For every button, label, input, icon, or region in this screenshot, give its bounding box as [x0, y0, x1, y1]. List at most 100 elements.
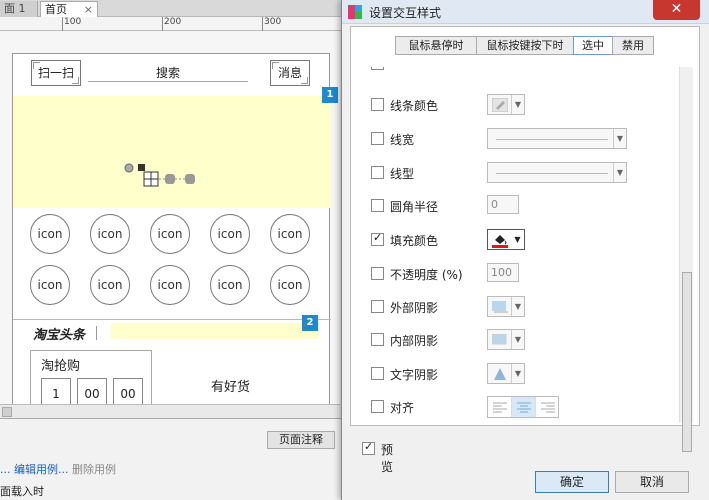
- dialog-titlebar[interactable]: 设置交互样式 ✕: [342, 0, 709, 24]
- opacity-input[interactable]: 100: [487, 263, 519, 282]
- flash-sale-title: 淘抢购: [41, 359, 81, 374]
- banner-dynamic-panel[interactable]: [13, 96, 331, 208]
- line-color-checkbox[interactable]: [371, 98, 384, 111]
- flash-sale-box[interactable]: 淘抢购 1 00 00: [30, 350, 152, 404]
- alignment-group: [487, 396, 559, 418]
- line-style-label: 线型: [390, 167, 415, 181]
- line-width-label: 线宽: [390, 133, 415, 147]
- row-line-width: 线宽 ▼: [361, 128, 671, 150]
- row-outer-shadow: 外部阴影 ▼: [361, 296, 671, 318]
- icon-placeholder-3[interactable]: icon: [150, 214, 190, 254]
- outer-shadow-checkbox[interactable]: [371, 300, 384, 313]
- row-alignment: 对齐: [361, 396, 671, 418]
- close-button[interactable]: ✕: [653, 0, 700, 20]
- ruler-tick: [62, 17, 63, 31]
- search-box[interactable]: 搜索: [88, 64, 248, 82]
- row-line-style: 线型 ▼: [361, 162, 671, 184]
- row-text-shadow: 文字阴影 ▼: [361, 363, 671, 385]
- dialog-content: 鼠标悬停时 鼠标按键按下时 选中 禁用 线条颜色 ▼ 线宽 ▼ 线型 ▼ 圆角半…: [350, 26, 700, 452]
- tab-page-1[interactable]: 面 1: [0, 1, 38, 17]
- text-shadow-checkbox[interactable]: [371, 367, 384, 380]
- horizontal-scrollbar[interactable]: [0, 404, 340, 418]
- text-shadow-picker[interactable]: ▼: [487, 363, 525, 384]
- ruler-label-200: 200: [164, 17, 182, 27]
- page-tabbar: 面 1 首页 ×: [0, 0, 345, 17]
- row-corner-radius: 圆角半径 0: [361, 195, 671, 217]
- line-style-checkbox[interactable]: [371, 166, 384, 179]
- clipped-row-checkbox[interactable]: [371, 67, 384, 70]
- interaction-style-dialog: 设置交互样式 ✕ 鼠标悬停时 鼠标按键按下时 选中 禁用 线条颜色 ▼ 线宽 ▼…: [341, 0, 709, 500]
- corner-radius-label: 圆角半径: [390, 200, 439, 214]
- icon-placeholder-5[interactable]: icon: [270, 214, 310, 254]
- headline-dynamic-panel[interactable]: [111, 323, 319, 339]
- panel-badge-1: 1: [322, 87, 338, 103]
- preview-checkbox[interactable]: [362, 440, 375, 455]
- icon-placeholder-9[interactable]: icon: [210, 265, 250, 305]
- countdown-hours: 1: [41, 378, 71, 404]
- inner-shadow-picker[interactable]: ▼: [487, 329, 525, 350]
- message-button[interactable]: 消息: [270, 60, 310, 86]
- inner-shadow-checkbox[interactable]: [371, 333, 384, 346]
- tab-selected[interactable]: 选中: [573, 36, 613, 55]
- row-inner-shadow: 内部阴影 ▼: [361, 329, 671, 351]
- outer-shadow-icon: [492, 301, 508, 313]
- scrollbar-thumb[interactable]: [2, 407, 12, 417]
- scan-button[interactable]: 扫一扫: [31, 60, 81, 86]
- on-page-load-event[interactable]: 面载入时: [0, 483, 44, 499]
- fill-color-picker[interactable]: ▼: [487, 229, 525, 250]
- tab-disabled[interactable]: 禁用: [612, 36, 654, 55]
- cancel-button[interactable]: 取消: [615, 471, 689, 493]
- preview-label: 预览: [381, 443, 394, 474]
- tab-mouse-down[interactable]: 鼠标按键按下时: [476, 36, 574, 55]
- ruler-tick: [262, 17, 263, 31]
- outer-shadow-label: 外部阴影: [390, 301, 439, 315]
- page-notes-tab[interactable]: 页面注释: [267, 431, 335, 449]
- align-right-icon[interactable]: [536, 397, 560, 417]
- icon-placeholder-6[interactable]: icon: [30, 265, 70, 305]
- close-icon[interactable]: ×: [84, 2, 93, 17]
- corner-radius-input[interactable]: 0: [487, 195, 519, 214]
- text-shadow-icon: [494, 368, 506, 380]
- tab-mouse-over[interactable]: 鼠标悬停时: [395, 36, 477, 55]
- chevron-down-icon: ▼: [613, 163, 626, 182]
- good-goods-label: 有好货: [211, 380, 251, 395]
- icon-placeholder-8[interactable]: icon: [150, 265, 190, 305]
- opacity-label: 不透明度 (%): [390, 268, 463, 282]
- corner-radius-checkbox[interactable]: [371, 199, 384, 212]
- chevron-down-icon: ▼: [511, 330, 524, 349]
- line-width-checkbox[interactable]: [371, 132, 384, 145]
- icon-placeholder-1[interactable]: icon: [30, 214, 70, 254]
- icon-placeholder-4[interactable]: icon: [210, 214, 250, 254]
- scrollbar-thumb[interactable]: [682, 272, 692, 452]
- line-style-select[interactable]: ▼: [487, 162, 627, 183]
- tab-home[interactable]: 首页 ×: [40, 1, 98, 17]
- mobile-page-mockup[interactable]: 扫一扫 搜索 消息 icon icon icon icon icon icon …: [12, 53, 331, 404]
- vertical-scrollbar[interactable]: [679, 67, 693, 452]
- headline-title: 淘宝头条: [33, 328, 86, 343]
- line-width-select[interactable]: ▼: [487, 128, 627, 149]
- align-center-icon[interactable]: [512, 397, 536, 417]
- icon-placeholder-10[interactable]: icon: [270, 265, 310, 305]
- section-divider: [13, 319, 331, 320]
- align-left-icon[interactable]: [488, 397, 512, 417]
- panel-badge-2: 2: [302, 315, 318, 331]
- ruler-label-300: 300: [264, 17, 282, 27]
- edit-case-link[interactable]: ... 编辑用例...: [0, 461, 68, 477]
- style-properties-list: 线条颜色 ▼ 线宽 ▼ 线型 ▼ 圆角半径 0 ✓ 填充颜色 ▼ 不透明度 (%…: [361, 67, 691, 422]
- countdown-seconds: 00: [113, 378, 143, 404]
- icon-placeholder-7[interactable]: icon: [90, 265, 130, 305]
- delete-case-link[interactable]: 删除用例: [72, 461, 116, 477]
- outer-shadow-picker[interactable]: ▼: [487, 296, 525, 317]
- dialog-title: 设置交互样式: [369, 6, 442, 20]
- row-opacity: 不透明度 (%) 100: [361, 263, 671, 285]
- icon-placeholder-2[interactable]: icon: [90, 214, 130, 254]
- panel-state-handles-icon[interactable]: [123, 162, 213, 190]
- ok-button[interactable]: 确定: [535, 471, 609, 493]
- design-canvas[interactable]: 扫一扫 搜索 消息 icon icon icon icon icon icon …: [0, 31, 340, 404]
- opacity-checkbox[interactable]: [371, 267, 384, 280]
- chevron-down-icon: ▼: [511, 364, 524, 383]
- chevron-down-icon: ▼: [613, 129, 626, 148]
- alignment-checkbox[interactable]: [371, 400, 384, 413]
- line-color-picker[interactable]: ▼: [487, 94, 525, 115]
- fill-color-checkbox[interactable]: [371, 231, 384, 246]
